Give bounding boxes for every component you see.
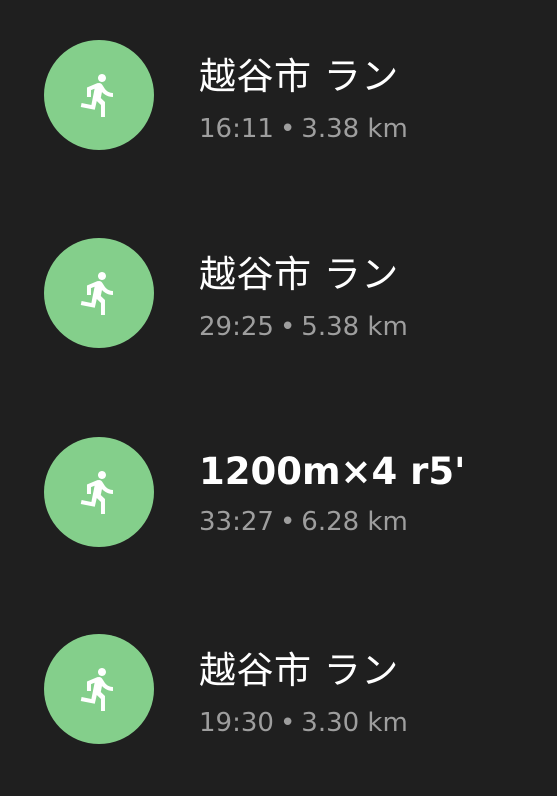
activity-distance: 5.38 km [301,312,408,342]
activity-avatar [44,634,154,744]
activity-duration: 33:27 [199,507,274,537]
activity-distance: 3.38 km [301,114,408,144]
running-person-icon [80,667,113,711]
activity-avatar [44,40,154,150]
activity-row[interactable]: 1200m×4 r5' 33:27 • 6.28 km [0,417,557,567]
activity-title: 越谷市 ラン [199,649,399,692]
activity-stats: 33:27 • 6.28 km [199,506,408,538]
activity-list: 越谷市 ラン 16:11 • 3.38 km 越谷市 ラン 29:25 • 5.38 k… [0,0,557,796]
running-person-icon [80,73,113,117]
activity-row[interactable]: 越谷市 ラン 19:30 • 3.30 km [0,614,557,764]
stats-separator: • [279,507,296,537]
activity-avatar [44,437,154,547]
activity-duration: 16:11 [199,114,274,144]
activity-row[interactable]: 越谷市 ラン 29:25 • 5.38 km [0,218,557,368]
activity-title: 越谷市 ラン [199,253,399,296]
activity-stats: 19:30 • 3.30 km [199,707,408,739]
activity-distance: 6.28 km [301,507,408,537]
activity-duration: 29:25 [199,312,274,342]
stats-separator: • [279,114,296,144]
activity-row[interactable]: 越谷市 ラン 16:11 • 3.38 km [0,20,557,170]
activity-stats: 16:11 • 3.38 km [199,113,408,145]
stats-separator: • [279,312,296,342]
activity-stats: 29:25 • 5.38 km [199,311,408,343]
activity-distance: 3.30 km [301,708,408,738]
stats-separator: • [279,708,296,738]
activity-title: 1200m×4 r5' [199,450,466,493]
running-person-icon [80,271,113,315]
activity-avatar [44,238,154,348]
running-person-icon [80,470,113,514]
activity-title: 越谷市 ラン [199,55,399,98]
activity-duration: 19:30 [199,708,274,738]
